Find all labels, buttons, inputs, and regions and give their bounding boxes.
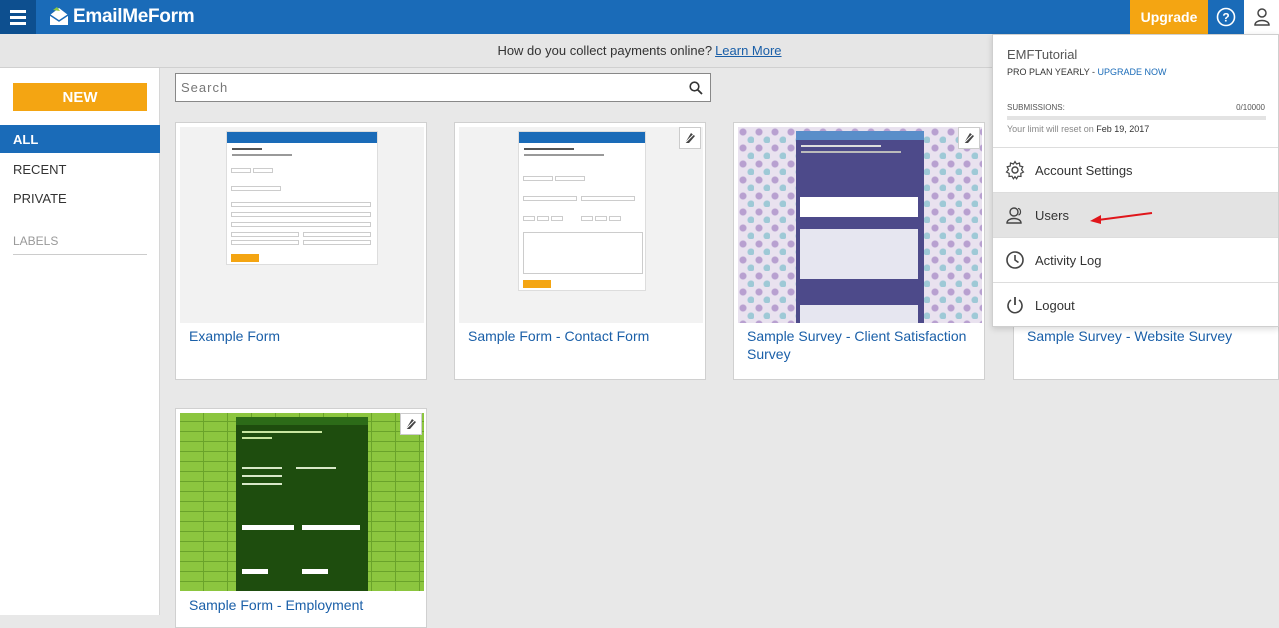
form-title[interactable]: Sample Form - Contact Form [468, 327, 698, 345]
users-icon [1006, 207, 1022, 224]
power-icon [1007, 297, 1023, 314]
account-dropdown: EMFTutorial PRO PLAN YEARLY - UPGRADE NO… [992, 34, 1279, 327]
account-username: EMFTutorial [1007, 47, 1078, 62]
notice-text: How do you collect payments online? [497, 43, 713, 58]
shared-form-icon [679, 127, 701, 149]
hamburger-menu-button[interactable] [0, 0, 36, 34]
form-title[interactable]: Sample Form - Employment [189, 596, 419, 614]
clock-icon [1006, 251, 1024, 269]
search-icon[interactable] [682, 80, 710, 95]
help-button[interactable]: ? [1208, 0, 1244, 34]
search-input[interactable] [176, 74, 682, 101]
form-card-employment[interactable]: Sample Form - Employment [175, 408, 427, 628]
reset-text: Your limit will reset on [1007, 124, 1097, 134]
account-settings-menu-item[interactable]: Account Settings [993, 147, 1278, 192]
sidebar-item-all[interactable]: ALL [0, 125, 160, 153]
form-thumbnail [459, 127, 703, 323]
menu-item-label: Users [1035, 207, 1069, 223]
sidebar: NEW ALL RECENT PRIVATE LABELS [0, 68, 160, 615]
menu-item-label: Logout [1035, 297, 1075, 313]
limit-reset-note: Your limit will reset on Feb 19, 2017 [1007, 124, 1149, 134]
form-title[interactable]: Example Form [189, 327, 419, 345]
submissions-progress-bar [1007, 116, 1266, 120]
gear-icon [1005, 160, 1025, 180]
activity-log-menu-item[interactable]: Activity Log [993, 237, 1278, 282]
sidebar-item-private[interactable]: PRIVATE [0, 184, 160, 212]
plan-name: PRO PLAN YEARLY - [1007, 67, 1098, 77]
menu-item-label: Account Settings [1035, 162, 1133, 178]
form-thumbnail [180, 127, 424, 323]
red-arrow-annotation [1090, 212, 1153, 224]
labels-heading: LABELS [13, 234, 59, 248]
submissions-label: SUBMISSIONS: [1007, 103, 1065, 112]
shared-form-icon [958, 127, 980, 149]
app-logo[interactable]: EmailMeForm [48, 5, 195, 29]
svg-text:?: ? [1222, 11, 1229, 25]
logo-text: EmailMeForm [73, 6, 195, 27]
upgrade-button[interactable]: Upgrade [1130, 0, 1208, 34]
form-title[interactable]: Sample Survey - Website Survey [1027, 327, 1257, 345]
form-card-contact-form[interactable]: Sample Form - Contact Form [454, 122, 706, 380]
form-card-client-satisfaction-survey[interactable]: Sample Survey - Client Satisfaction Surv… [733, 122, 985, 380]
top-bar: EmailMeForm Upgrade ? [0, 0, 1279, 34]
user-icon [1253, 8, 1270, 26]
form-title[interactable]: Sample Survey - Client Satisfaction Surv… [747, 327, 977, 363]
help-icon: ? [1216, 7, 1236, 27]
menu-item-label: Activity Log [1035, 252, 1102, 268]
form-thumbnail [738, 127, 982, 323]
logo-envelope-icon [49, 7, 69, 25]
shared-form-icon [400, 413, 422, 435]
account-plan: PRO PLAN YEARLY - UPGRADE NOW [1007, 67, 1167, 77]
search-box [175, 73, 711, 102]
form-card-example-form[interactable]: Example Form [175, 122, 427, 380]
upgrade-now-link[interactable]: UPGRADE NOW [1098, 67, 1167, 77]
submissions-value: 0/10000 [1236, 103, 1265, 112]
hamburger-icon [10, 9, 26, 13]
learn-more-link[interactable]: Learn More [715, 43, 781, 58]
logout-menu-item[interactable]: Logout [993, 282, 1278, 327]
labels-divider [13, 254, 147, 255]
account-button[interactable] [1244, 0, 1279, 34]
new-form-button[interactable]: NEW [13, 83, 147, 111]
form-thumbnail [180, 413, 424, 591]
reset-date: Feb 19, 2017 [1096, 124, 1150, 134]
sidebar-item-recent[interactable]: RECENT [0, 155, 160, 183]
